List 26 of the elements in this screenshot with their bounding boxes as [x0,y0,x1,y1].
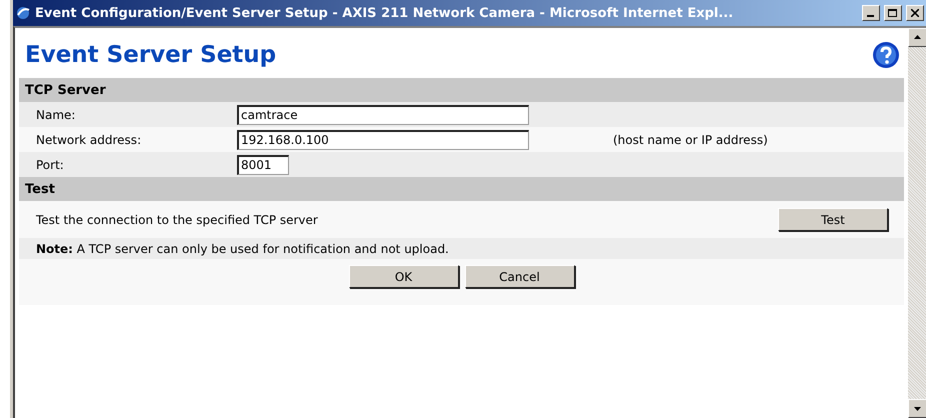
close-button[interactable] [906,5,924,21]
text-field[interactable]: camtrace [237,104,529,124]
maximize-icon [888,8,898,18]
close-icon [911,9,919,17]
help-icon[interactable] [872,41,900,69]
field-label: Port: [36,158,65,172]
test-button[interactable]: Test [778,208,888,231]
maximize-button[interactable] [884,5,902,21]
scroll-up-icon[interactable] [908,28,926,47]
minimize-button[interactable] [862,5,880,21]
page-heading: Event Server Setup [25,42,276,68]
text-field[interactable]: 192.168.0.100 [237,130,529,150]
browser-icon [15,5,31,21]
section-header: TCP Server [19,78,904,102]
test-description: Test the connection to the specified TCP server [36,212,319,226]
scrollbar[interactable] [908,28,926,418]
text-field[interactable]: 8001 [237,154,289,174]
section-header: Test [19,177,904,201]
note-text: Note: A TCP server can only be used for notification and not upload. [36,242,449,256]
field-label: Network address: [36,132,142,146]
ok-button[interactable]: OK [348,265,458,288]
scroll-down-icon[interactable] [908,399,926,418]
cancel-button[interactable]: Cancel [464,265,574,288]
window-title: Event Configuration/Event Server Setup - AXIS 211 Network Camera - Microsoft Internet Expl... [35,6,734,20]
field-hint: (host name or IP address) [613,132,768,146]
field-label: Name: [36,108,76,122]
